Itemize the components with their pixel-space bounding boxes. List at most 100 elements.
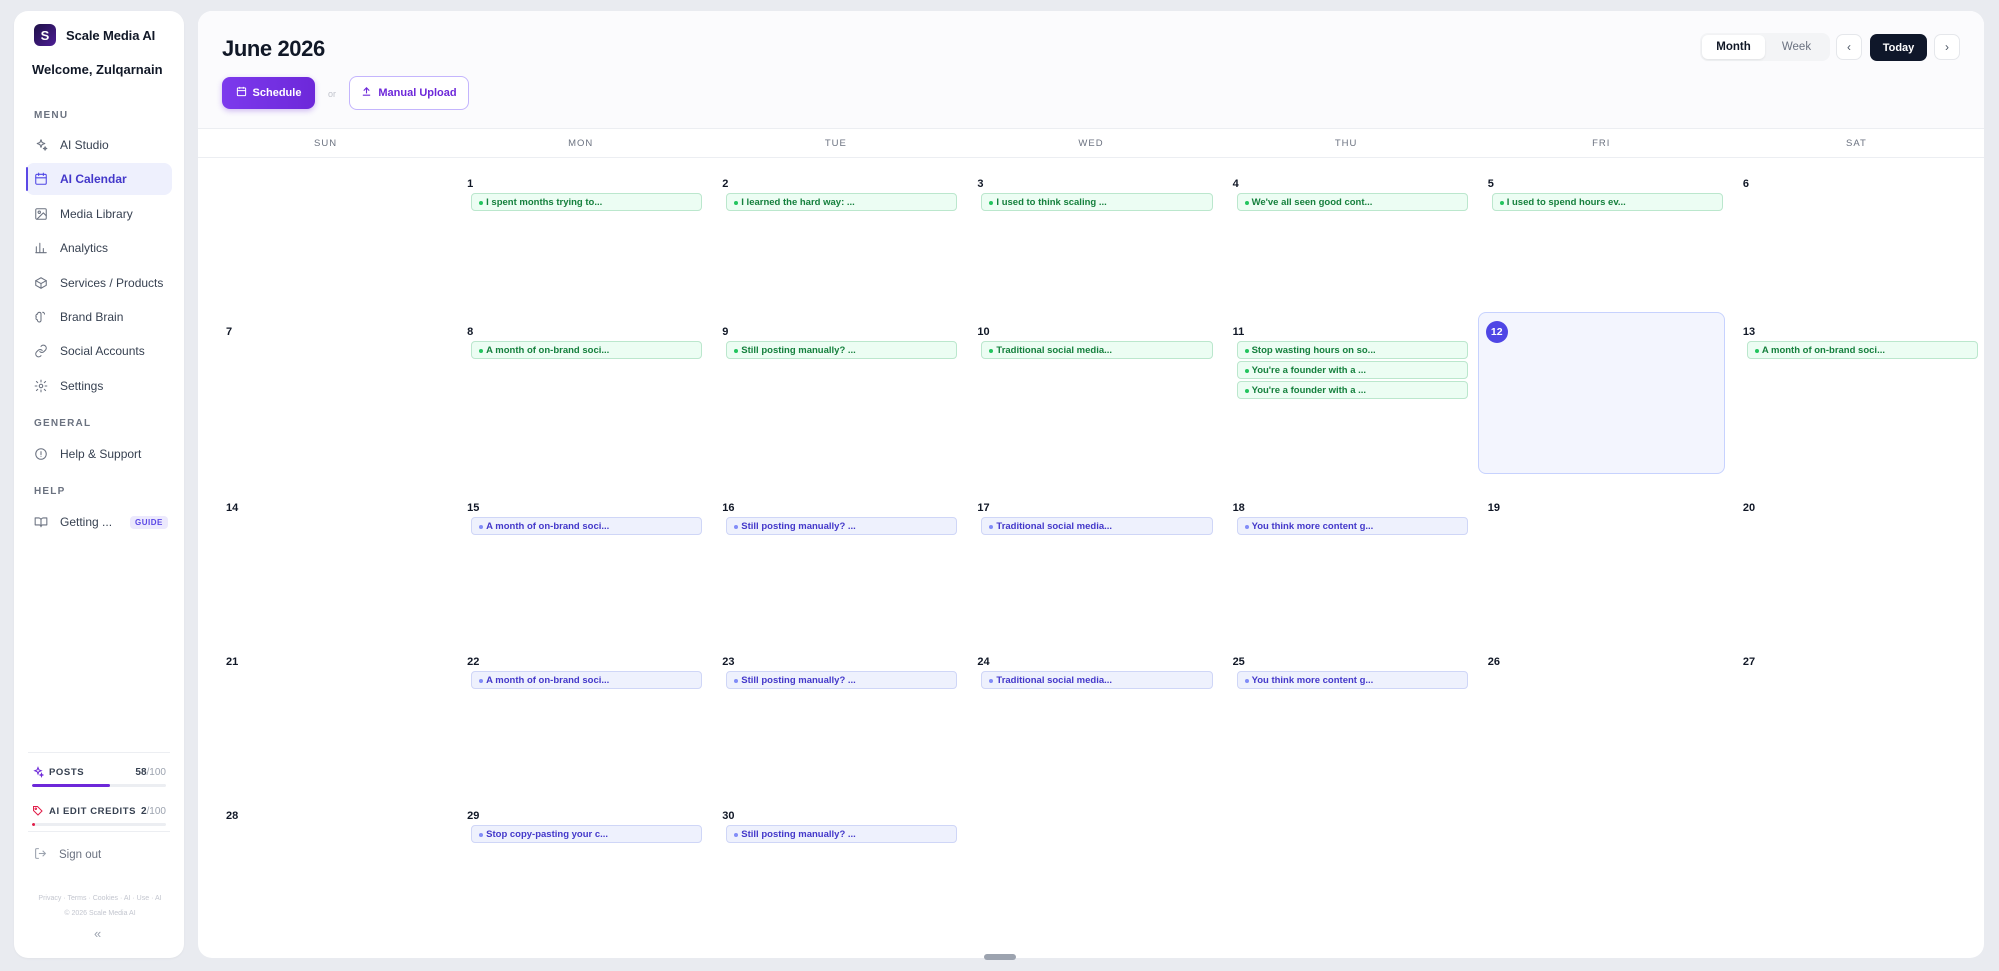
scheduled-post[interactable]: I spent months trying to... [471, 193, 703, 211]
legal-links-text[interactable]: Privacy · Terms · Cookies · AI · Use · A… [28, 891, 172, 906]
weekday-header: SUN MON TUE WED THU FRI SAT [198, 129, 1984, 158]
calendar-day-27[interactable]: 27 [1729, 636, 1984, 790]
schedule-button[interactable]: Schedule [222, 77, 315, 109]
calendar-day-25[interactable]: 25 You think more content g... [1219, 636, 1474, 790]
sidebar-divider [28, 752, 170, 753]
sidebar-item-help-support[interactable]: Help & Support [26, 438, 172, 470]
day-number: 4 [1232, 178, 1239, 190]
legal-links[interactable]: Privacy · Terms · Cookies · AI · Use · A… [28, 891, 172, 921]
manual-upload-button[interactable]: Manual Upload [349, 76, 469, 110]
calendar-day-1[interactable]: 1 I spent months trying to... [453, 158, 708, 312]
sidebar-item-ai-calendar[interactable]: AI Calendar [26, 163, 172, 196]
calendar-day-empty [963, 790, 1218, 944]
day-number: 25 [1232, 656, 1245, 668]
scheduled-post[interactable]: Still posting manually? ... [726, 825, 958, 843]
scheduled-post[interactable]: A month of on-brand soci... [471, 671, 703, 689]
day-number: 8 [467, 326, 474, 338]
sidebar-item-ai-studio[interactable]: AI Studio [26, 129, 172, 161]
calendar-day-16[interactable]: 16 Still posting manually? ... [708, 482, 963, 636]
scheduled-post[interactable]: We've all seen good cont... [1236, 193, 1468, 211]
calendar-day-26[interactable]: 26 [1474, 636, 1729, 790]
calendar-day-19[interactable]: 19 [1474, 482, 1729, 636]
prev-month-button[interactable]: ‹ [1836, 34, 1862, 60]
credit-used: 58 [135, 766, 147, 778]
calendar-day-8[interactable]: 8 A month of on-brand soci... [453, 312, 708, 482]
calendar-day-28[interactable]: 28 [198, 790, 453, 944]
scheduled-post[interactable]: Stop wasting hours on so... [1236, 341, 1468, 359]
calendar-day-empty [1474, 790, 1729, 944]
scheduled-post[interactable]: A month of on-brand soci... [1746, 341, 1978, 359]
calendar-day-15[interactable]: 15 A month of on-brand soci... [453, 482, 708, 636]
calendar-day-9[interactable]: 9 Still posting manually? ... [708, 312, 963, 482]
day-number: 27 [1742, 656, 1756, 668]
scheduled-post[interactable]: Still posting manually? ... [726, 341, 958, 359]
next-month-button[interactable]: › [1934, 34, 1960, 60]
sign-out-button[interactable]: Sign out [34, 847, 101, 863]
manual-upload-label: Manual Upload [378, 87, 457, 99]
scheduled-post[interactable]: A month of on-brand soci... [471, 341, 703, 359]
sidebar-item-settings[interactable]: Settings [26, 370, 172, 402]
sidebar-item-brand-brain[interactable]: Brand Brain [26, 301, 172, 333]
sidebar-item-social-accounts[interactable]: Social Accounts [26, 335, 172, 367]
sparkle-icon [32, 766, 44, 778]
calendar-day-17[interactable]: 17 Traditional social media... [963, 482, 1218, 636]
scroll-handle[interactable] [984, 954, 1016, 960]
credit-progress-bar [32, 823, 166, 826]
sidebar-item-label: AI Calendar [60, 172, 127, 187]
calendar-day-11[interactable]: 11 Stop wasting hours on so... You're a fo… [1219, 312, 1474, 482]
upload-icon [361, 86, 372, 100]
calendar-day-29[interactable]: 29 Stop copy-pasting your c... [453, 790, 708, 944]
collapse-sidebar-icon[interactable]: « [94, 926, 101, 941]
bar-chart-icon [34, 241, 48, 255]
calendar-day-empty [198, 158, 453, 312]
scheduled-post[interactable]: Still posting manually? ... [726, 517, 958, 535]
calendar-day-20[interactable]: 20 [1729, 482, 1984, 636]
weekday-mon: MON [568, 138, 594, 149]
calendar-day-2[interactable]: 2 I learned the hard way: ... [708, 158, 963, 312]
calendar-day-3[interactable]: 3 I used to think scaling ... [963, 158, 1218, 312]
calendar-day-22[interactable]: 22 A month of on-brand soci... [453, 636, 708, 790]
calendar-day-21[interactable]: 21 [198, 636, 453, 790]
today-button[interactable]: Today [1870, 34, 1927, 61]
brand[interactable]: S Scale Media AI [34, 24, 155, 46]
calendar-day-30[interactable]: 30 Still posting manually? ... [708, 790, 963, 944]
calendar-day-today[interactable]: 12 [1477, 312, 1725, 474]
calendar-day-10[interactable]: 10 Traditional social media... [963, 312, 1218, 482]
calendar-day-7[interactable]: 7 [198, 312, 453, 482]
scheduled-post[interactable]: I used to think scaling ... [981, 193, 1213, 211]
sign-out-label: Sign out [59, 849, 102, 861]
day-number: 13 [1742, 326, 1756, 338]
scheduled-post[interactable]: I learned the hard way: ... [726, 193, 958, 211]
scheduled-post[interactable]: You're a founder with a ... [1236, 361, 1468, 379]
scheduled-post[interactable]: You think more content g... [1236, 671, 1468, 689]
view-week-option[interactable]: Week [1765, 35, 1828, 59]
scheduled-post[interactable]: You're a founder with a ... [1236, 381, 1468, 399]
sidebar-item-analytics[interactable]: Analytics [26, 232, 172, 264]
day-number: 24 [977, 656, 990, 668]
sidebar-item-label: AI Studio [60, 138, 109, 152]
weekday-thu: THU [1334, 138, 1358, 149]
calendar-day-4[interactable]: 4 We've all seen good cont... [1219, 158, 1474, 312]
scheduled-post[interactable]: Traditional social media... [981, 671, 1213, 689]
calendar-day-14[interactable]: 14 [198, 482, 453, 636]
calendar-day-23[interactable]: 23 Still posting manually? ... [708, 636, 963, 790]
credit-value: 2/100 [141, 806, 166, 817]
scheduled-post[interactable]: Stop copy-pasting your c... [471, 825, 703, 843]
calendar-day-18[interactable]: 18 You think more content g... [1219, 482, 1474, 636]
scheduled-post[interactable]: You think more content g... [1236, 517, 1468, 535]
calendar-day-24[interactable]: 24 Traditional social media... [963, 636, 1218, 790]
sidebar-item-services-products[interactable]: Services / Products [26, 267, 172, 299]
view-month-option[interactable]: Month [1702, 35, 1765, 59]
calendar-day-6[interactable]: 6 [1729, 158, 1984, 312]
brand-name: Scale Media AI [66, 27, 156, 43]
sidebar-item-media-library[interactable]: Media Library [26, 198, 172, 230]
calendar-day-13[interactable]: 13 A month of on-brand soci... [1729, 312, 1984, 482]
scheduled-post[interactable]: I used to spend hours ev... [1491, 193, 1723, 211]
scheduled-post[interactable]: A month of on-brand soci... [471, 517, 703, 535]
sidebar-item-getting[interactable]: Getting ... GUIDE [26, 506, 172, 538]
brand-logo-icon: S [34, 24, 56, 46]
scheduled-post[interactable]: Still posting manually? ... [726, 671, 958, 689]
scheduled-post[interactable]: Traditional social media... [981, 517, 1213, 535]
scheduled-post[interactable]: Traditional social media... [981, 341, 1213, 359]
calendar-day-5[interactable]: 5 I used to spend hours ev... [1474, 158, 1729, 312]
